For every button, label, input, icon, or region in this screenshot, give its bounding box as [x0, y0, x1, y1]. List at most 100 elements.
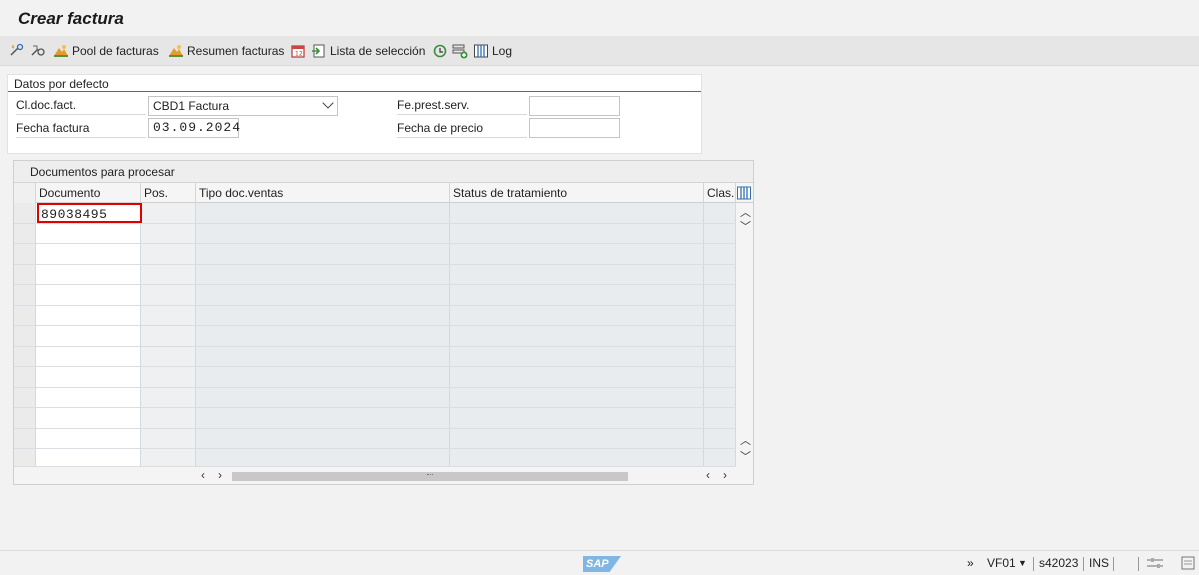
documento-cell[interactable] [36, 244, 141, 264]
tipo-cell [196, 264, 450, 284]
expand-status-icon[interactable]: » [967, 556, 974, 570]
grip-icon [427, 474, 433, 476]
clas-cell [704, 244, 736, 264]
scroll-down-icon[interactable]: ﹀ [740, 448, 751, 464]
row-selector[interactable] [14, 223, 36, 243]
input-mode[interactable]: INS [1089, 556, 1109, 570]
scroll-left-icon[interactable]: ‹ [201, 468, 205, 482]
status-cell [450, 223, 704, 243]
grid-header: Documento Pos. Tipo doc.ventas Status de… [14, 183, 753, 203]
row-selector[interactable] [14, 449, 36, 466]
pos-cell [141, 408, 196, 428]
status-cell [450, 367, 704, 387]
documento-cell[interactable] [36, 305, 141, 325]
row-selector[interactable] [14, 367, 36, 387]
row-selector[interactable] [14, 326, 36, 346]
documents-grid-title: Documentos para procesar [14, 161, 753, 183]
column-header-tipo[interactable]: Tipo doc.ventas [196, 183, 450, 203]
pos-cell [141, 367, 196, 387]
settings-icon[interactable] [1146, 556, 1164, 573]
clas-cell [704, 223, 736, 243]
service-date-label: Fe.prest.serv. [397, 95, 527, 115]
scroll-right-icon[interactable]: › [723, 468, 727, 482]
execute-button[interactable] [9, 41, 25, 61]
table-row [14, 408, 736, 429]
summary-icon [168, 43, 184, 59]
column-settings-button[interactable] [736, 184, 752, 202]
defaults-panel-title: Datos por defecto [14, 77, 109, 91]
row-selector[interactable] [14, 346, 36, 366]
chevron-down-icon[interactable]: ▼ [1018, 558, 1027, 568]
separator [1083, 557, 1084, 571]
svg-text:12: 12 [295, 51, 303, 58]
separator [1113, 557, 1114, 571]
select-all-cell[interactable] [14, 183, 36, 203]
billing-type-label: Cl.doc.fact. [16, 95, 146, 115]
billing-type-select[interactable]: CBD1 Factura [148, 96, 338, 116]
refresh-button[interactable] [432, 41, 448, 61]
tipo-cell [196, 285, 450, 305]
price-date-label: Fecha de precio [397, 118, 527, 138]
scroll-up-icon[interactable]: ︿ [740, 432, 751, 448]
documento-cell[interactable] [36, 346, 141, 366]
row-selector[interactable] [14, 408, 36, 428]
table-row [14, 244, 736, 265]
pos-cell [141, 387, 196, 407]
add-row-icon [452, 43, 468, 59]
clas-cell [704, 326, 736, 346]
column-header-status[interactable]: Status de tratamiento [450, 183, 704, 203]
vertical-scrollbar[interactable]: ︿ ﹀ ︿ ﹀ [736, 203, 753, 467]
resumen-facturas-label: Resumen facturas [187, 44, 285, 58]
documento-input[interactable]: 89038495 [37, 203, 142, 223]
invoice-date-label: Fecha factura [16, 118, 146, 138]
documento-cell[interactable] [36, 428, 141, 448]
document-icon[interactable] [1180, 556, 1196, 573]
defaults-panel: Datos por defecto Cl.doc.fact. CBD1 Fact… [7, 74, 702, 154]
row-selector[interactable] [14, 305, 36, 325]
row-selector[interactable] [14, 264, 36, 284]
add-row-button[interactable] [452, 41, 468, 61]
documento-cell[interactable] [36, 449, 141, 466]
status-cell [450, 305, 704, 325]
documento-cell[interactable] [36, 408, 141, 428]
tipo-cell [196, 326, 450, 346]
clas-cell [704, 367, 736, 387]
column-header-documento[interactable]: Documento [36, 183, 141, 203]
pool-facturas-button[interactable]: Pool de facturas [53, 41, 159, 61]
log-icon [473, 43, 489, 59]
application-toolbar: Pool de facturas Resumen facturas 12 Lis… [0, 36, 1199, 66]
row-selector[interactable] [14, 244, 36, 264]
row-selector[interactable] [14, 428, 36, 448]
table-row [14, 346, 736, 367]
price-date-field[interactable] [529, 118, 620, 138]
column-header-clas[interactable]: Clas... [704, 183, 736, 203]
documento-cell[interactable] [36, 326, 141, 346]
column-header-pos[interactable]: Pos. [141, 183, 196, 203]
row-selector[interactable] [14, 387, 36, 407]
horizontal-scroll-thumb[interactable] [232, 472, 628, 481]
service-date-field[interactable] [529, 96, 620, 116]
calendar-button[interactable]: 12 [290, 41, 306, 61]
row-selector[interactable] [14, 285, 36, 305]
lista-seleccion-label: Lista de selección [330, 44, 426, 58]
row-selector[interactable] [14, 203, 36, 223]
horizontal-scrollbar[interactable]: ‹ › ‹ › [14, 467, 753, 484]
status-cell [450, 326, 704, 346]
documento-cell[interactable] [36, 387, 141, 407]
log-button[interactable]: Log [473, 41, 512, 61]
scroll-left-icon[interactable]: ‹ [706, 468, 710, 482]
documento-cell[interactable] [36, 285, 141, 305]
invoice-date-field[interactable]: 03.09.2024 [148, 118, 240, 138]
documento-cell[interactable] [36, 264, 141, 284]
table-row [14, 264, 736, 285]
status-cell [450, 264, 704, 284]
scroll-right-icon[interactable]: › [218, 468, 222, 482]
documento-cell[interactable] [36, 223, 141, 243]
documento-cell[interactable] [36, 367, 141, 387]
pos-cell [141, 449, 196, 466]
scroll-down-icon[interactable]: ﹀ [740, 218, 751, 234]
lista-seleccion-button[interactable]: Lista de selección [311, 41, 425, 61]
billing-type-value: CBD1 Factura [153, 99, 230, 113]
resumen-facturas-button[interactable]: Resumen facturas [168, 41, 284, 61]
background-process-button[interactable] [30, 41, 46, 61]
